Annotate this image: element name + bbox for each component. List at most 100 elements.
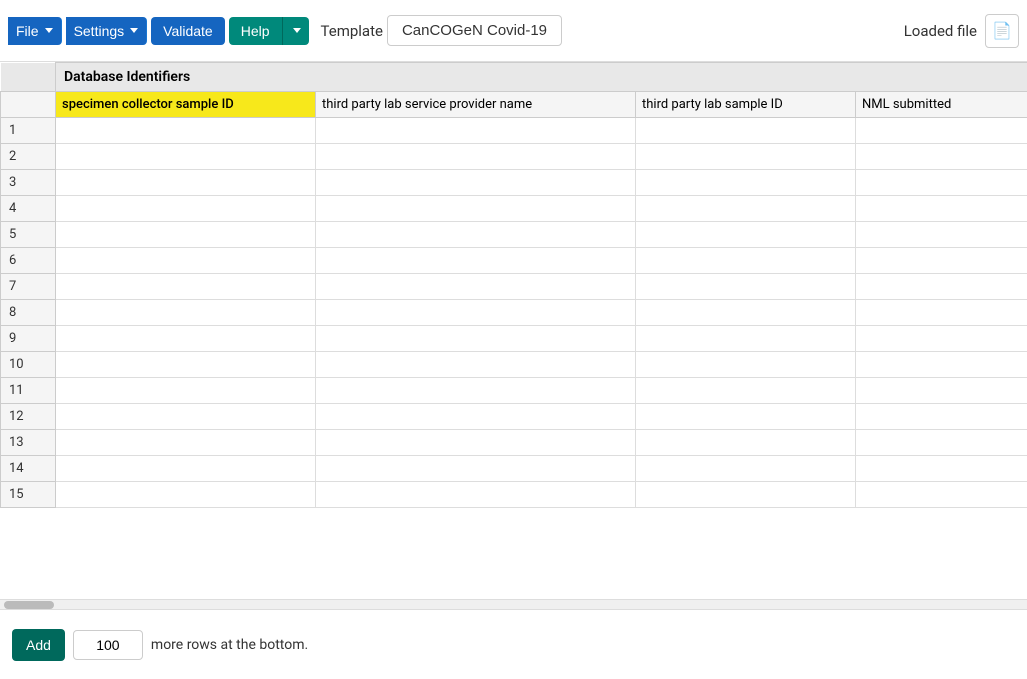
row-number: 4: [1, 196, 56, 222]
data-cell-nml[interactable]: [856, 144, 1027, 170]
data-cell-nml[interactable]: [856, 222, 1027, 248]
data-cell-nml[interactable]: [856, 326, 1027, 352]
data-cell-nml[interactable]: [856, 248, 1027, 274]
row-number: 14: [1, 456, 56, 482]
data-cell-specimen[interactable]: [56, 378, 316, 404]
data-cell-third_party_id[interactable]: [636, 378, 856, 404]
data-cell-nml[interactable]: [856, 118, 1027, 144]
data-cell-nml[interactable]: [856, 456, 1027, 482]
data-cell-third_party_id[interactable]: [636, 352, 856, 378]
data-cell-third_party_id[interactable]: [636, 456, 856, 482]
template-label: Template: [321, 22, 383, 40]
data-cell-nml[interactable]: [856, 352, 1027, 378]
help-button-label: Help: [241, 23, 270, 39]
data-cell-third_party_id[interactable]: [636, 274, 856, 300]
validate-button[interactable]: Validate: [151, 17, 225, 45]
data-cell-third_party_name[interactable]: [316, 170, 636, 196]
data-cell-third_party_id[interactable]: [636, 196, 856, 222]
data-cell-third_party_name[interactable]: [316, 144, 636, 170]
data-cell-specimen[interactable]: [56, 144, 316, 170]
data-cell-specimen[interactable]: [56, 404, 316, 430]
data-cell-specimen[interactable]: [56, 352, 316, 378]
data-cell-specimen[interactable]: [56, 430, 316, 456]
spreadsheet-container: Database Identifiers specimen collector …: [0, 62, 1027, 609]
data-cell-third_party_name[interactable]: [316, 222, 636, 248]
settings-button-group: Settings: [66, 17, 148, 45]
data-cell-third_party_name[interactable]: [316, 456, 636, 482]
data-cell-third_party_id[interactable]: [636, 300, 856, 326]
data-cell-nml[interactable]: [856, 404, 1027, 430]
table-row: 7: [1, 274, 1027, 300]
data-cell-nml[interactable]: [856, 378, 1027, 404]
table-row: 5: [1, 222, 1027, 248]
table-body: 123456789101112131415: [1, 118, 1027, 508]
table-row: 14: [1, 456, 1027, 482]
settings-button[interactable]: Settings: [66, 17, 148, 45]
horizontal-scrollbar[interactable]: [0, 599, 1027, 609]
data-cell-specimen[interactable]: [56, 274, 316, 300]
data-cell-specimen[interactable]: [56, 482, 316, 508]
data-cell-nml[interactable]: [856, 300, 1027, 326]
data-cell-third_party_id[interactable]: [636, 222, 856, 248]
data-cell-nml[interactable]: [856, 482, 1027, 508]
template-value: CanCOGeN Covid-19: [402, 22, 547, 39]
data-cell-third_party_id[interactable]: [636, 326, 856, 352]
data-table: Database Identifiers specimen collector …: [0, 62, 1027, 508]
data-cell-third_party_id[interactable]: [636, 248, 856, 274]
data-cell-specimen[interactable]: [56, 118, 316, 144]
data-cell-third_party_id[interactable]: [636, 170, 856, 196]
help-caret-icon: [293, 28, 301, 33]
data-cell-third_party_name[interactable]: [316, 378, 636, 404]
data-cell-nml[interactable]: [856, 274, 1027, 300]
data-cell-specimen[interactable]: [56, 456, 316, 482]
file-caret-icon: [45, 28, 53, 33]
table-row: 8: [1, 300, 1027, 326]
col-header-third-party-id: third party lab sample ID: [636, 92, 856, 118]
template-dropdown-button[interactable]: CanCOGeN Covid-19: [387, 15, 562, 46]
data-cell-specimen[interactable]: [56, 326, 316, 352]
scrollbar-thumb[interactable]: [4, 601, 54, 609]
data-cell-third_party_id[interactable]: [636, 482, 856, 508]
data-cell-nml[interactable]: [856, 170, 1027, 196]
table-row: 6: [1, 248, 1027, 274]
row-number: 2: [1, 144, 56, 170]
data-cell-third_party_name[interactable]: [316, 274, 636, 300]
data-cell-third_party_name[interactable]: [316, 352, 636, 378]
add-button-label: Add: [26, 637, 51, 653]
data-cell-third_party_name[interactable]: [316, 430, 636, 456]
data-cell-third_party_name[interactable]: [316, 404, 636, 430]
data-cell-third_party_name[interactable]: [316, 482, 636, 508]
data-cell-third_party_id[interactable]: [636, 118, 856, 144]
data-cell-specimen[interactable]: [56, 170, 316, 196]
data-cell-third_party_name[interactable]: [316, 248, 636, 274]
help-button[interactable]: Help: [229, 17, 283, 45]
sheet-wrapper[interactable]: Database Identifiers specimen collector …: [0, 62, 1027, 599]
data-cell-third_party_id[interactable]: [636, 404, 856, 430]
rows-input[interactable]: [73, 630, 143, 660]
footer: Add more rows at the bottom.: [0, 609, 1027, 679]
row-number: 7: [1, 274, 56, 300]
col-header-row: specimen collector sample ID third party…: [1, 92, 1027, 118]
row-number: 3: [1, 170, 56, 196]
help-button-group: Help: [229, 17, 309, 45]
data-cell-specimen[interactable]: [56, 300, 316, 326]
data-cell-nml[interactable]: [856, 196, 1027, 222]
data-cell-third_party_name[interactable]: [316, 196, 636, 222]
add-button[interactable]: Add: [12, 629, 65, 661]
row-number: 8: [1, 300, 56, 326]
data-cell-specimen[interactable]: [56, 248, 316, 274]
data-cell-third_party_name[interactable]: [316, 300, 636, 326]
table-row: 13: [1, 430, 1027, 456]
row-num-header: [1, 92, 56, 118]
help-caret-button[interactable]: [283, 17, 309, 45]
loaded-file-button[interactable]: 📄: [985, 14, 1019, 48]
data-cell-specimen[interactable]: [56, 196, 316, 222]
data-cell-third_party_name[interactable]: [316, 118, 636, 144]
data-cell-specimen[interactable]: [56, 222, 316, 248]
file-button-label: File: [16, 23, 39, 39]
data-cell-third_party_id[interactable]: [636, 430, 856, 456]
data-cell-third_party_id[interactable]: [636, 144, 856, 170]
file-button[interactable]: File: [8, 17, 62, 45]
data-cell-third_party_name[interactable]: [316, 326, 636, 352]
data-cell-nml[interactable]: [856, 430, 1027, 456]
